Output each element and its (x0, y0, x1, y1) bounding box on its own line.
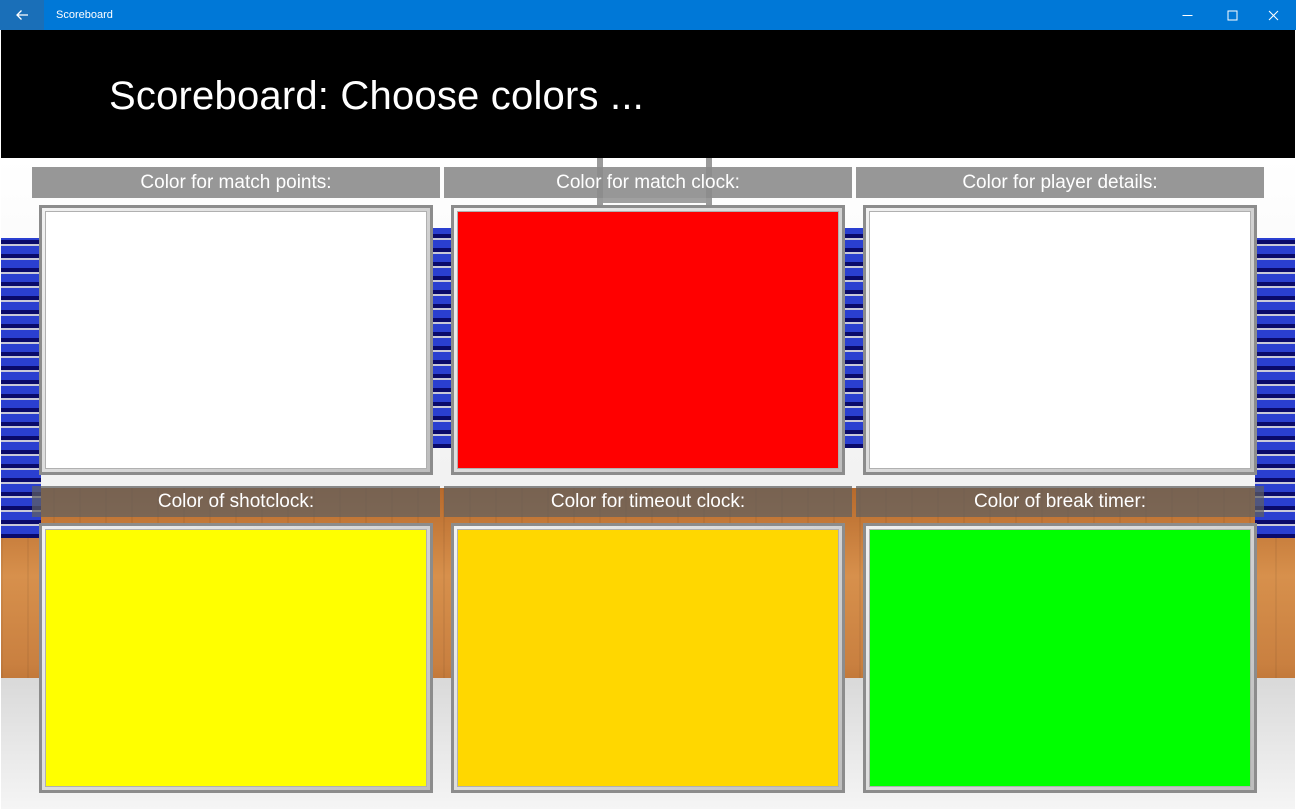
maximize-icon (1227, 10, 1237, 20)
match-clock-color-button[interactable] (451, 205, 845, 475)
timeout-clock-color-swatch (457, 529, 839, 787)
back-arrow-icon (16, 10, 28, 20)
shotclock-color-swatch (45, 529, 427, 787)
minimize-button[interactable] (1164, 0, 1210, 30)
title-bar: Scoreboard (0, 0, 1296, 30)
break-timer-color-button[interactable] (863, 523, 1257, 793)
label-timeout-clock: Color for timeout clock: (444, 486, 852, 517)
stands-center-left (431, 228, 453, 448)
app-title: Scoreboard (56, 9, 113, 21)
label-player-details: Color for player details: (856, 167, 1264, 198)
match-clock-color-swatch (457, 211, 839, 469)
maximize-button[interactable] (1209, 0, 1255, 30)
page-title: Scoreboard: Choose colors ... (109, 74, 644, 118)
label-break-timer: Color of break timer: (856, 486, 1264, 517)
player-details-color-button[interactable] (863, 205, 1257, 475)
shotclock-color-button[interactable] (39, 523, 433, 793)
label-match-clock: Color for match clock: (444, 167, 852, 198)
player-details-color-swatch (869, 211, 1251, 469)
label-shotclock: Color of shotclock: (32, 486, 440, 517)
back-button[interactable] (0, 0, 44, 30)
close-button[interactable] (1250, 0, 1296, 30)
match-points-color-swatch (45, 211, 427, 469)
break-timer-color-swatch (869, 529, 1251, 787)
match-points-color-button[interactable] (39, 205, 433, 475)
close-icon (1268, 10, 1278, 20)
minimize-icon (1182, 14, 1192, 16)
timeout-clock-color-button[interactable] (451, 523, 845, 793)
page-header: Scoreboard: Choose colors ... (1, 30, 1295, 158)
label-match-points: Color for match points: (32, 167, 440, 198)
